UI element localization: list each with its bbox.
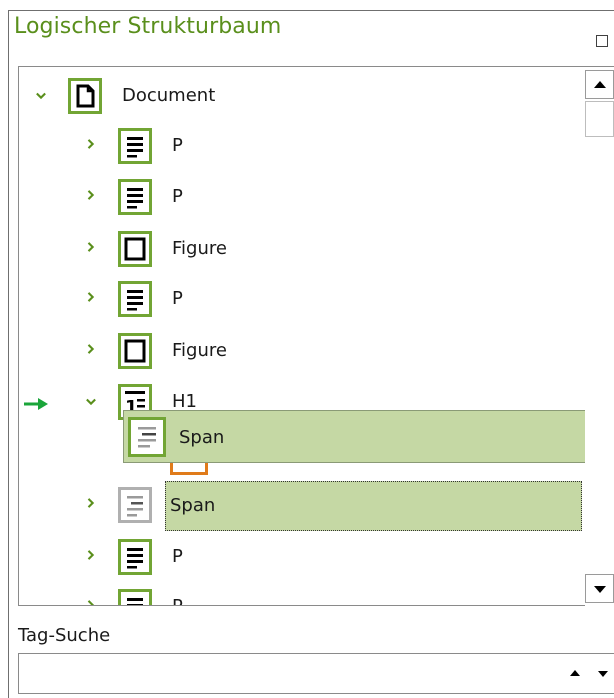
- tree-row-p[interactable]: P: [80, 277, 580, 321]
- paragraph-icon: [118, 128, 152, 164]
- tree-row-figure[interactable]: Figure: [80, 227, 580, 271]
- drag-ghost: Span: [123, 410, 593, 463]
- tree-row-p[interactable]: P: [80, 124, 580, 168]
- tree-row-label: P: [172, 546, 183, 567]
- tree-row-label: P: [172, 186, 183, 207]
- tree-row-label: P: [172, 135, 183, 156]
- paragraph-icon: [118, 179, 152, 215]
- search-previous-icon[interactable]: [570, 670, 580, 676]
- tree-clip: P: [18, 585, 585, 605]
- tree-row-label: H1: [172, 391, 197, 412]
- maximize-icon[interactable]: [596, 35, 608, 47]
- chevron-right-icon[interactable]: [86, 344, 96, 354]
- search-next-icon[interactable]: [598, 671, 608, 677]
- chevron-right-icon[interactable]: [86, 600, 96, 605]
- paragraph-icon: [118, 281, 152, 317]
- scroll-down-button[interactable]: [585, 574, 614, 603]
- span-icon: [118, 487, 152, 523]
- tree-row-label: P: [172, 288, 183, 309]
- chevron-right-icon[interactable]: [86, 550, 96, 560]
- paragraph-icon: [118, 539, 152, 575]
- figure-icon: [118, 333, 152, 369]
- panel-title: Logischer Strukturbaum: [14, 14, 282, 39]
- tree-row-label: Span: [170, 495, 216, 516]
- scroll-up-button[interactable]: [585, 70, 614, 99]
- tree-row-figure[interactable]: Figure: [80, 329, 580, 373]
- tree-row-p[interactable]: P: [80, 175, 580, 219]
- chevron-right-icon[interactable]: [86, 498, 96, 508]
- scroll-thumb[interactable]: [585, 101, 614, 137]
- tree-row-p[interactable]: P: [80, 535, 580, 579]
- paragraph-icon: [118, 589, 152, 605]
- tag-search-label: Tag-Suche: [18, 625, 111, 646]
- tree-row-document[interactable]: Document: [30, 74, 580, 118]
- tree-row-label: Figure: [172, 238, 227, 259]
- chevron-right-icon[interactable]: [86, 190, 96, 200]
- arrow-up-icon: [594, 81, 606, 88]
- figure-icon: [118, 231, 152, 267]
- tree-row-label: Figure: [172, 340, 227, 361]
- drop-position-arrow-icon: [24, 398, 48, 410]
- tree-row-p[interactable]: P: [80, 585, 580, 605]
- tree-row-label: Document: [122, 85, 216, 106]
- drag-ghost-label: Span: [179, 427, 225, 448]
- tree-row-span[interactable]: Span: [80, 483, 580, 527]
- arrow-down-icon: [594, 586, 606, 593]
- span-icon: [128, 417, 166, 457]
- chevron-right-icon[interactable]: [86, 292, 96, 302]
- chevron-right-icon[interactable]: [86, 242, 96, 252]
- document-icon: [68, 78, 102, 114]
- vertical-scrollbar[interactable]: [585, 70, 614, 606]
- chevron-right-icon[interactable]: [86, 139, 96, 149]
- chevron-down-icon[interactable]: [36, 91, 46, 101]
- tree-row-label: P: [172, 596, 183, 605]
- tag-search-input[interactable]: [18, 653, 614, 694]
- chevron-down-icon[interactable]: [86, 397, 96, 407]
